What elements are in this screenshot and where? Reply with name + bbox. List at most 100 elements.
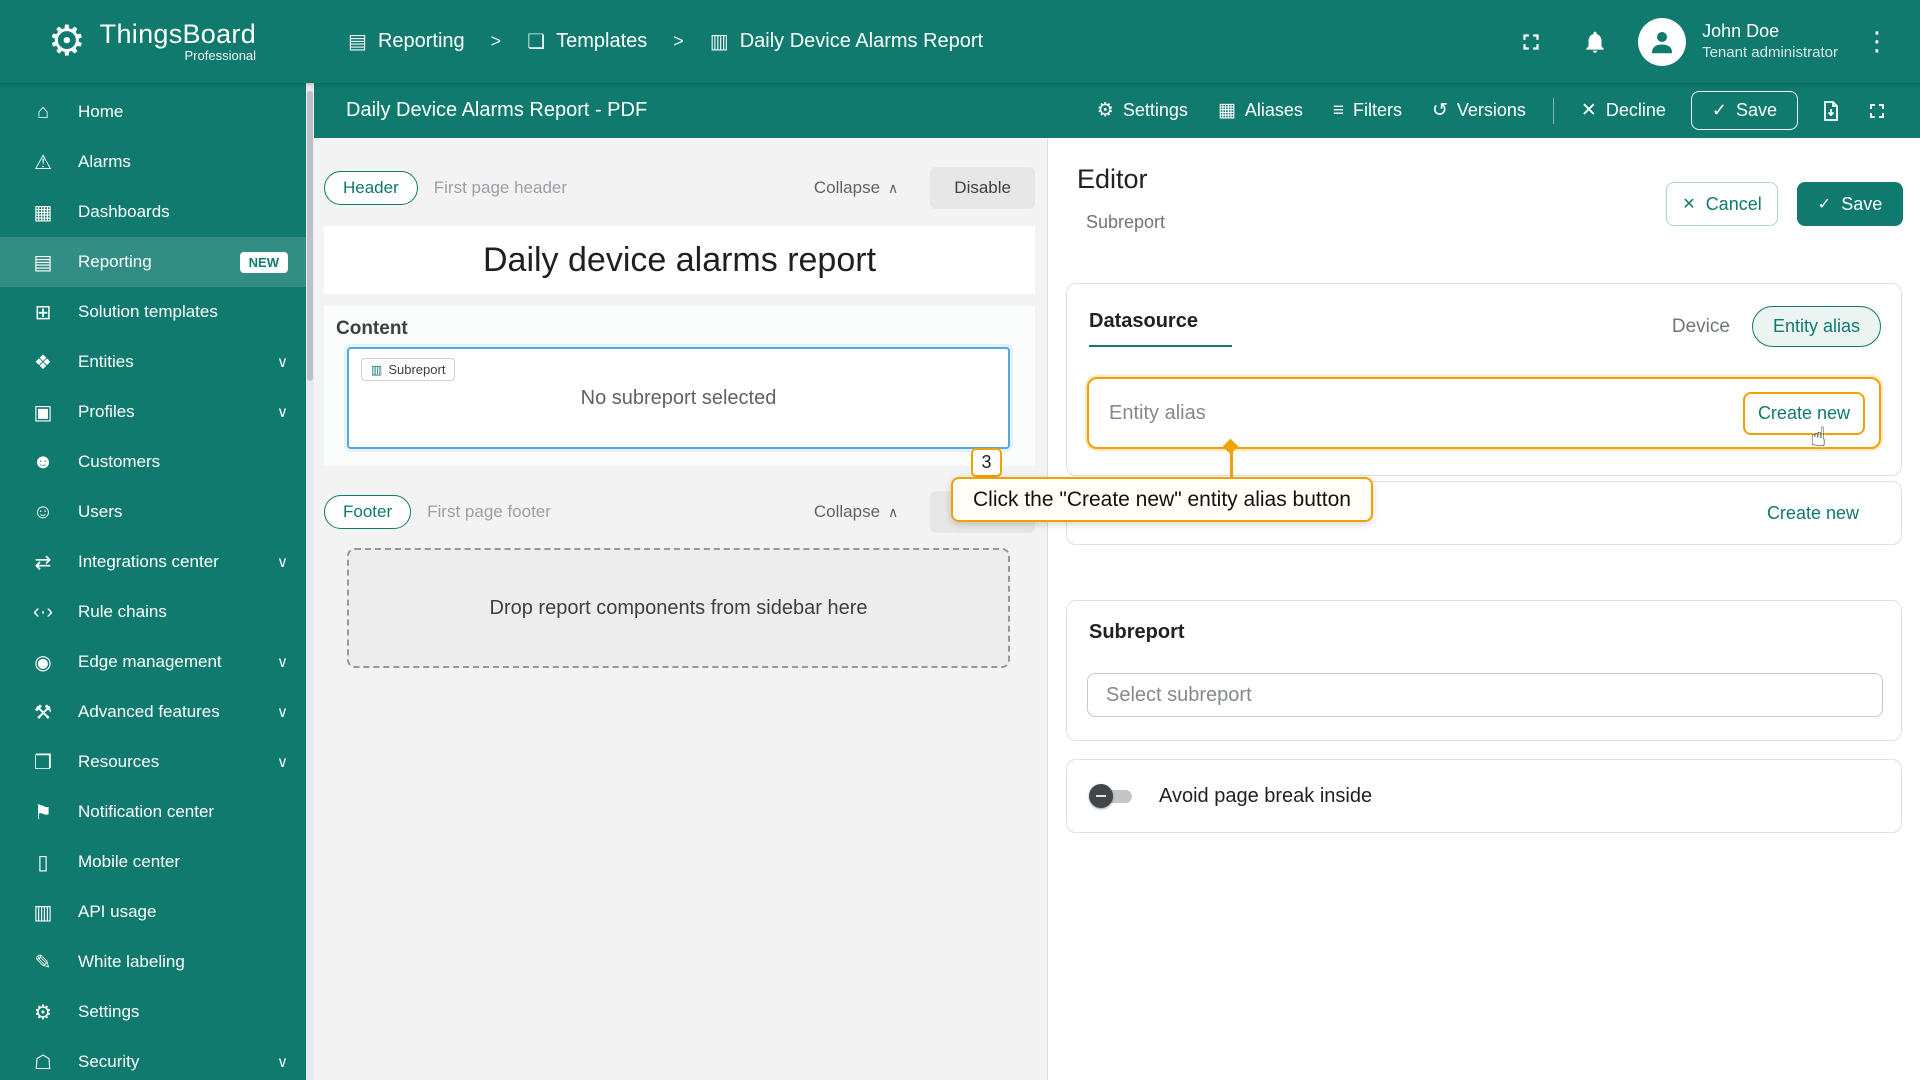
reporting-icon: ▤ bbox=[33, 251, 53, 274]
sidebar-item-dashboards[interactable]: ▦ Dashboards bbox=[0, 187, 306, 237]
hand-pointer-icon: ☝ bbox=[1810, 422, 1827, 452]
editor-fullscreen-button[interactable] bbox=[1856, 90, 1898, 132]
subreport-select-input[interactable] bbox=[1087, 673, 1883, 717]
generate-pdf-button[interactable] bbox=[1810, 90, 1852, 132]
breadcrumb-item-current[interactable]: ▥ Daily Device Alarms Report bbox=[710, 29, 983, 54]
decline-label: Decline bbox=[1605, 100, 1666, 120]
subreport-card: Subreport bbox=[1066, 600, 1902, 741]
sidebar-item-white-labeling[interactable]: ✎ White labeling bbox=[0, 937, 306, 987]
fullscreen-icon bbox=[1523, 33, 1539, 50]
sidebar-scrollbar-thumb[interactable] bbox=[307, 91, 313, 381]
avatar[interactable] bbox=[1638, 17, 1687, 66]
security-icon: ☖ bbox=[34, 1051, 52, 1074]
sidebar-item-label: Settings bbox=[78, 1002, 140, 1021]
entities-icon: ❖ bbox=[34, 351, 52, 374]
chevron-up-icon: ∧ bbox=[888, 503, 899, 520]
save-button[interactable]: ✓ Save bbox=[1797, 182, 1903, 226]
sidebar-scrollbar[interactable] bbox=[306, 83, 314, 1080]
brand[interactable]: ⚙ ThingsBoard Professional bbox=[48, 19, 257, 64]
sidebar-item-label: Security bbox=[78, 1052, 140, 1071]
sidebar-item-settings[interactable]: ⚙ Settings bbox=[0, 987, 306, 1037]
close-icon: ✕ bbox=[1580, 100, 1597, 121]
decline-button[interactable]: ✕ Decline bbox=[1568, 90, 1679, 131]
sidebar-item-security[interactable]: ☖ Security ∨ bbox=[0, 1037, 306, 1080]
sidebar-item-label: Resources bbox=[78, 752, 160, 771]
sidebar-item-entities[interactable]: ❖ Entities ∨ bbox=[0, 337, 306, 387]
chevron-down-icon: ∨ bbox=[277, 554, 288, 571]
customers-icon: ☻ bbox=[32, 450, 54, 473]
breadcrumb-item-templates[interactable]: ❏ Templates bbox=[527, 29, 647, 54]
footer-badge[interactable]: Footer bbox=[324, 495, 412, 529]
brand-subtitle: Professional bbox=[184, 48, 257, 64]
avoid-page-break-toggle[interactable] bbox=[1089, 784, 1135, 808]
dropzone[interactable]: Drop report components from sidebar here bbox=[347, 548, 1010, 668]
entity-alias-option-button[interactable]: Entity alias bbox=[1751, 306, 1881, 347]
sidebar-item-resources[interactable]: ❐ Resources ∨ bbox=[0, 737, 306, 787]
sidebar-item-label: Entities bbox=[78, 352, 134, 371]
cancel-button[interactable]: ✕ Cancel bbox=[1666, 182, 1778, 226]
save-label: Save bbox=[1841, 193, 1883, 214]
editor-title: Editor bbox=[1077, 164, 1148, 194]
sidebar-item-home[interactable]: ⌂ Home bbox=[0, 87, 306, 137]
entity-alias-input[interactable] bbox=[1109, 401, 1743, 425]
create-new-secondary-button[interactable]: Create new bbox=[1767, 503, 1859, 524]
fullscreen-icon bbox=[1870, 103, 1884, 118]
sidebar-item-advanced-features[interactable]: ⚒ Advanced features ∨ bbox=[0, 687, 306, 737]
header-badge[interactable]: Header bbox=[324, 171, 418, 205]
settings-button[interactable]: ⚙ Settings bbox=[1084, 90, 1201, 131]
create-new-button[interactable]: Create new bbox=[1742, 391, 1865, 435]
footer-collapse-button[interactable]: Collapse ∧ bbox=[814, 502, 898, 522]
chevron-down-icon: ∨ bbox=[277, 1054, 288, 1071]
close-icon: ✕ bbox=[1682, 196, 1696, 213]
sidebar-item-integrations-center[interactable]: ⇄ Integrations center ∨ bbox=[0, 537, 306, 587]
sidebar-item-mobile-center[interactable]: ▯ Mobile center bbox=[0, 837, 306, 887]
sidebar-item-rule-chains[interactable]: ‹·› Rule chains bbox=[0, 587, 306, 637]
subreport-component[interactable]: ▥ Subreport No subreport selected bbox=[347, 347, 1010, 449]
header-collapse-button[interactable]: Collapse ∧ bbox=[814, 178, 898, 198]
reporting-icon: ▤ bbox=[348, 31, 367, 53]
sidebar-item-label: API usage bbox=[78, 902, 157, 921]
chevron-up-icon: ∧ bbox=[888, 179, 899, 196]
dashboards-icon: ▦ bbox=[33, 201, 53, 224]
report-toolbar-actions: ⚙ Settings ▦ Aliases ≡ Filters ↺ Version… bbox=[1084, 90, 1898, 132]
sidebar-item-label: Dashboards bbox=[78, 202, 170, 221]
user-role: Tenant administrator bbox=[1702, 44, 1838, 62]
fullscreen-button[interactable] bbox=[1510, 21, 1552, 63]
sidebar-item-label: Advanced features bbox=[78, 702, 220, 721]
toolbar-save-label: Save bbox=[1735, 100, 1777, 120]
filter-icon: ≡ bbox=[1332, 99, 1344, 121]
aliases-button[interactable]: ▦ Aliases bbox=[1205, 90, 1316, 131]
sidebar-item-users[interactable]: ☺ Users bbox=[0, 487, 306, 537]
more-menu-button[interactable]: ⋮ bbox=[1860, 21, 1894, 63]
toolbar-save-button[interactable]: ✓ Save bbox=[1690, 91, 1798, 130]
breadcrumb-item-reporting[interactable]: ▤ Reporting bbox=[348, 29, 465, 54]
filters-button[interactable]: ≡ Filters bbox=[1320, 91, 1415, 131]
annotation-step-badge: 3 bbox=[971, 448, 1002, 477]
sidebar-item-notification-center[interactable]: ⚑ Notification center bbox=[0, 787, 306, 837]
home-icon: ⌂ bbox=[36, 100, 50, 123]
sidebar-item-label: Mobile center bbox=[78, 852, 181, 871]
notifications-button[interactable] bbox=[1574, 21, 1616, 63]
report-header-title: Daily device alarms report bbox=[482, 240, 877, 279]
sidebar-item-edge-management[interactable]: ◉ Edge management ∨ bbox=[0, 637, 306, 687]
sidebar-item-solution-templates[interactable]: ⊞ Solution templates bbox=[0, 287, 306, 337]
sidebar-item-alarms[interactable]: ⚠ Alarms bbox=[0, 137, 306, 187]
sidebar-item-customers[interactable]: ☻ Customers bbox=[0, 437, 306, 487]
sidebar-nav: ⌂ Home ⚠ Alarms ▦ Dashboards ▤ Reporting NEW ⊞ Sol… bbox=[0, 83, 306, 1080]
breadcrumb-label: Templates bbox=[556, 30, 648, 52]
device-option-button[interactable]: Device bbox=[1656, 307, 1746, 347]
breadcrumb-separator-icon: > bbox=[673, 31, 684, 51]
sidebar-item-reporting[interactable]: ▤ Reporting NEW bbox=[0, 237, 306, 287]
header-disable-button[interactable]: Disable bbox=[930, 167, 1035, 209]
sidebar-item-profiles[interactable]: ▣ Profiles ∨ bbox=[0, 387, 306, 437]
check-icon: ✓ bbox=[1817, 196, 1832, 213]
versions-button[interactable]: ↺ Versions bbox=[1419, 90, 1539, 131]
mobile-center-icon: ▯ bbox=[37, 851, 49, 874]
sidebar-item-label: Solution templates bbox=[78, 302, 218, 321]
footer-section-bar: Footer First page footer Collapse ∧ Disa… bbox=[324, 490, 1035, 534]
content-label: Content bbox=[336, 318, 408, 339]
edge-management-icon: ◉ bbox=[34, 651, 52, 674]
chevron-down-icon: ∨ bbox=[277, 654, 288, 671]
templates-icon: ❏ bbox=[527, 31, 546, 53]
sidebar-item-api-usage[interactable]: ▥ API usage bbox=[0, 887, 306, 937]
